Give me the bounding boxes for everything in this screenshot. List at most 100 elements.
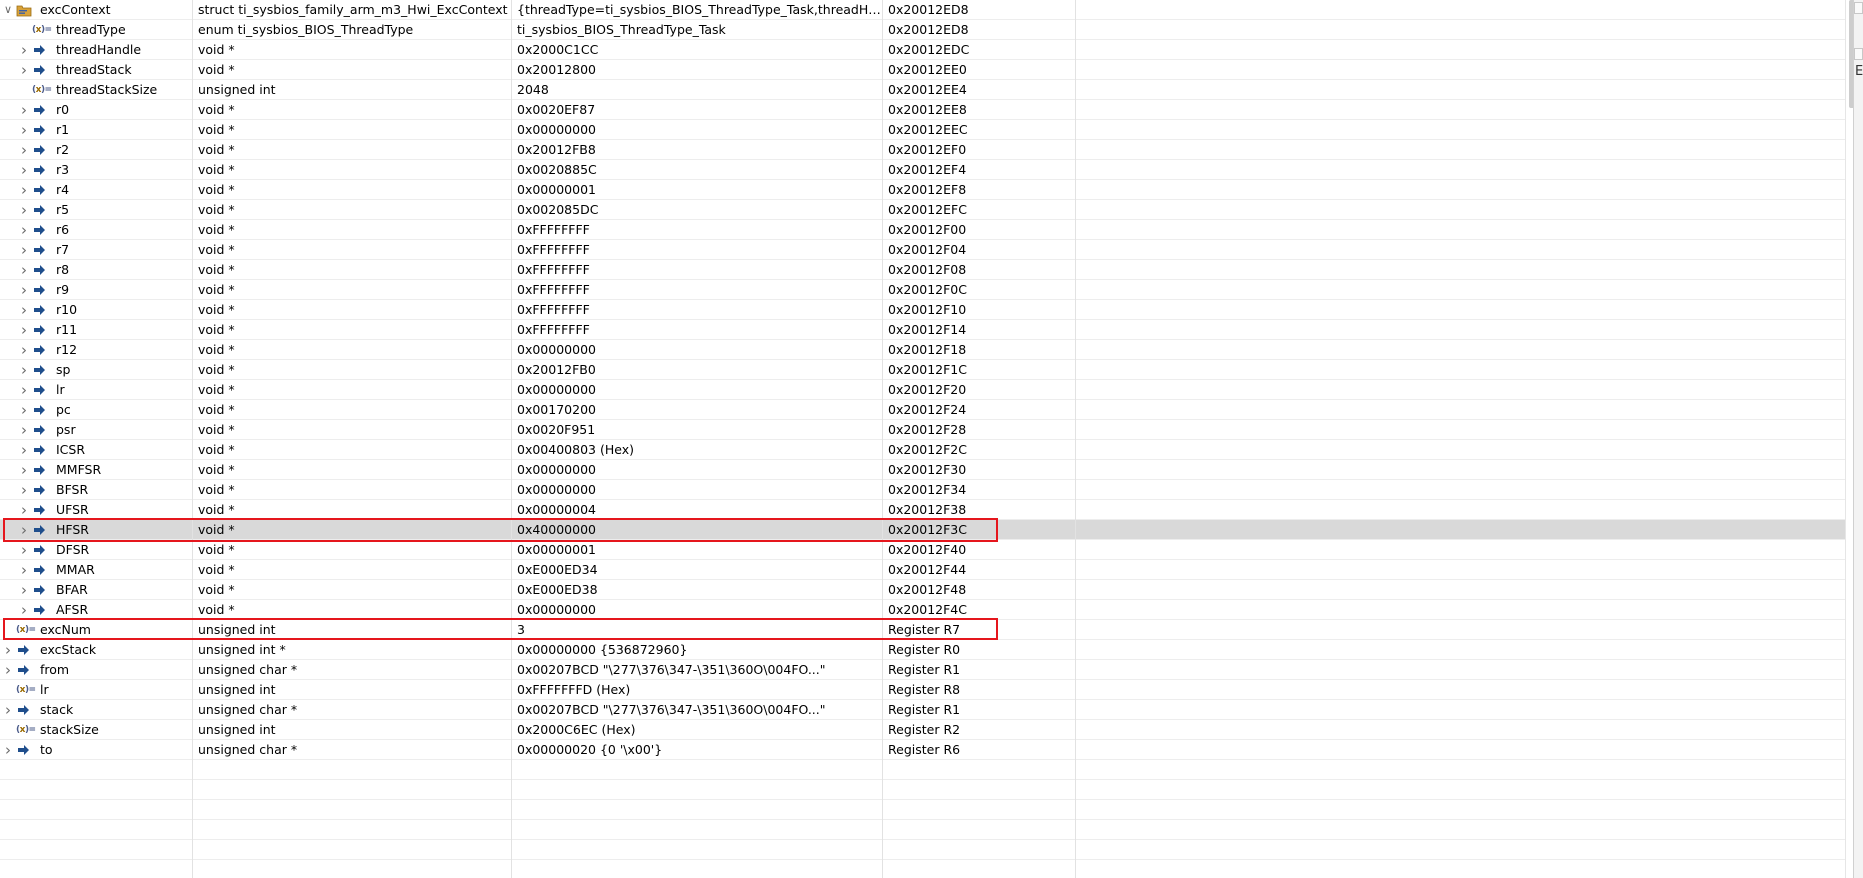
- variable-row[interactable]: › DFSR void * 0x00000001 0x20012F40: [0, 540, 1845, 560]
- value-cell[interactable]: 0x20012FB8: [512, 140, 883, 160]
- variable-row[interactable]: › pc void * 0x00170200 0x20012F24: [0, 400, 1845, 420]
- chevron-right-icon[interactable]: ›: [18, 500, 30, 520]
- chevron-right-icon[interactable]: ›: [2, 740, 14, 760]
- variable-row[interactable]: › r1 void * 0x00000000 0x20012EEC: [0, 120, 1845, 140]
- chevron-right-icon[interactable]: ›: [18, 320, 30, 340]
- value-cell[interactable]: 0x2000C6EC (Hex): [512, 720, 883, 740]
- variable-row[interactable]: › ICSR void * 0x00400803 (Hex) 0x20012F2C: [0, 440, 1845, 460]
- variable-row[interactable]: › r7 void * 0xFFFFFFFF 0x20012F04: [0, 240, 1845, 260]
- chevron-right-icon[interactable]: ›: [18, 100, 30, 120]
- value-cell[interactable]: 0x40000000: [512, 520, 883, 540]
- value-cell[interactable]: 0x002085DC: [512, 200, 883, 220]
- value-cell[interactable]: 0x00170200: [512, 400, 883, 420]
- value-cell[interactable]: ti_sysbios_BIOS_ThreadType_Task: [512, 20, 883, 40]
- value-cell[interactable]: 0x00000000 {536872960}: [512, 640, 883, 660]
- value-cell[interactable]: 0x00000000: [512, 480, 883, 500]
- value-cell[interactable]: 0x20012FB0: [512, 360, 883, 380]
- variable-row[interactable]: › threadStack void * 0x20012800 0x20012EE0: [0, 60, 1845, 80]
- chevron-right-icon[interactable]: ›: [18, 520, 30, 540]
- value-cell[interactable]: 0xFFFFFFFD (Hex): [512, 680, 883, 700]
- variable-row[interactable]: › lr void * 0x00000000 0x20012F20: [0, 380, 1845, 400]
- chevron-right-icon[interactable]: ›: [18, 120, 30, 140]
- value-cell[interactable]: 0x00000000: [512, 600, 883, 620]
- variable-row[interactable]: › r9 void * 0xFFFFFFFF 0x20012F0C: [0, 280, 1845, 300]
- chevron-right-icon[interactable]: ›: [18, 480, 30, 500]
- value-cell[interactable]: 0x0020F951: [512, 420, 883, 440]
- chevron-right-icon[interactable]: ›: [18, 200, 30, 220]
- variable-row[interactable]: › threadHandle void * 0x2000C1CC 0x20012EDC: [0, 40, 1845, 60]
- value-cell[interactable]: 3: [512, 620, 883, 640]
- variable-row[interactable]: › r10 void * 0xFFFFFFFF 0x20012F10: [0, 300, 1845, 320]
- variable-row[interactable]: › from unsigned char * 0x00207BCD "\277\376…: [0, 660, 1845, 680]
- value-cell[interactable]: 0xE000ED38: [512, 580, 883, 600]
- variable-row[interactable]: › MMAR void * 0xE000ED34 0x20012F44: [0, 560, 1845, 580]
- value-cell[interactable]: 0x00000000: [512, 340, 883, 360]
- variable-row[interactable]: › excStack unsigned int * 0x00000000 {53687…: [0, 640, 1845, 660]
- value-cell[interactable]: 0x0020885C: [512, 160, 883, 180]
- value-cell[interactable]: 0x00000001: [512, 180, 883, 200]
- chevron-right-icon[interactable]: ›: [18, 440, 30, 460]
- column-divider-location[interactable]: [1075, 0, 1076, 878]
- chevron-right-icon[interactable]: ›: [18, 180, 30, 200]
- variable-row[interactable]: › to unsigned char * 0x00000020 {0 '\x00'} R…: [0, 740, 1845, 760]
- value-cell[interactable]: 0x00207BCD "\277\376\347-\351\360O\004FO…: [512, 660, 883, 680]
- variable-row[interactable]: › BFSR void * 0x00000000 0x20012F34: [0, 480, 1845, 500]
- value-cell[interactable]: 0xFFFFFFFF: [512, 320, 883, 340]
- chevron-right-icon[interactable]: ›: [2, 640, 14, 660]
- panel-edge-button[interactable]: [1854, 48, 1863, 60]
- chevron-right-icon[interactable]: ›: [18, 160, 30, 180]
- value-cell[interactable]: 0xFFFFFFFF: [512, 260, 883, 280]
- chevron-right-icon[interactable]: ›: [18, 540, 30, 560]
- chevron-right-icon[interactable]: ›: [18, 40, 30, 60]
- variable-row[interactable]: › r4 void * 0x00000001 0x20012EF8: [0, 180, 1845, 200]
- chevron-right-icon[interactable]: ›: [18, 240, 30, 260]
- column-divider-name[interactable]: [192, 0, 193, 878]
- chevron-right-icon[interactable]: ›: [18, 600, 30, 620]
- value-cell[interactable]: 0xFFFFFFFF: [512, 300, 883, 320]
- value-cell[interactable]: 0x20012800: [512, 60, 883, 80]
- variable-row[interactable]: › r3 void * 0x0020885C 0x20012EF4: [0, 160, 1845, 180]
- chevron-right-icon[interactable]: ›: [18, 140, 30, 160]
- variable-row[interactable]: › r11 void * 0xFFFFFFFF 0x20012F14: [0, 320, 1845, 340]
- chevron-right-icon[interactable]: ›: [18, 260, 30, 280]
- variable-row[interactable]: › HFSR void * 0x40000000 0x20012F3C: [0, 520, 1845, 540]
- chevron-right-icon[interactable]: ›: [18, 220, 30, 240]
- value-cell[interactable]: 0x0020EF87: [512, 100, 883, 120]
- chevron-right-icon[interactable]: ›: [18, 420, 30, 440]
- column-divider-value[interactable]: [882, 0, 883, 878]
- chevron-right-icon[interactable]: ›: [18, 400, 30, 420]
- variable-row[interactable]: (x)= excNum unsigned int 3 Register R7: [0, 620, 1845, 640]
- chevron-right-icon[interactable]: ›: [18, 580, 30, 600]
- chevron-right-icon[interactable]: ›: [18, 560, 30, 580]
- value-cell[interactable]: 0x00000000: [512, 380, 883, 400]
- chevron-right-icon[interactable]: ›: [18, 340, 30, 360]
- value-cell[interactable]: {threadType=ti_sysbios_BIOS_ThreadType_T…: [512, 0, 883, 20]
- value-cell[interactable]: 0x00400803 (Hex): [512, 440, 883, 460]
- variable-row[interactable]: (x)= threadType enum ti_sysbios_BIOS_Threa…: [0, 20, 1845, 40]
- variable-row[interactable]: › MMFSR void * 0x00000000 0x20012F30: [0, 460, 1845, 480]
- variable-row[interactable]: › AFSR void * 0x00000000 0x20012F4C: [0, 600, 1845, 620]
- variable-row[interactable]: (x)= lr unsigned int 0xFFFFFFFD (Hex) Regist…: [0, 680, 1845, 700]
- variable-row[interactable]: › psr void * 0x0020F951 0x20012F28: [0, 420, 1845, 440]
- chevron-down-icon[interactable]: ∨: [2, 0, 14, 20]
- value-cell[interactable]: 0x00000020 {0 '\x00'}: [512, 740, 883, 760]
- value-cell[interactable]: 0x00000004: [512, 500, 883, 520]
- variable-row[interactable]: › UFSR void * 0x00000004 0x20012F38: [0, 500, 1845, 520]
- variable-row[interactable]: › r5 void * 0x002085DC 0x20012EFC: [0, 200, 1845, 220]
- chevron-right-icon[interactable]: ›: [18, 300, 30, 320]
- chevron-right-icon[interactable]: ›: [18, 380, 30, 400]
- variable-row[interactable]: › r8 void * 0xFFFFFFFF 0x20012F08: [0, 260, 1845, 280]
- column-divider-type[interactable]: [511, 0, 512, 878]
- variable-row[interactable]: › r12 void * 0x00000000 0x20012F18: [0, 340, 1845, 360]
- value-cell[interactable]: 0x00207BCD "\277\376\347-\351\360O\004FO…: [512, 700, 883, 720]
- chevron-right-icon[interactable]: ›: [18, 60, 30, 80]
- chevron-right-icon[interactable]: ›: [18, 280, 30, 300]
- chevron-right-icon[interactable]: ›: [2, 660, 14, 680]
- variable-row[interactable]: (x)= stackSize unsigned int 0x2000C6EC (Hex…: [0, 720, 1845, 740]
- variable-row[interactable]: ∨ excContext struct ti_sysbios_family_arm_…: [0, 0, 1845, 20]
- variable-row[interactable]: › sp void * 0x20012FB0 0x20012F1C: [0, 360, 1845, 380]
- variable-row[interactable]: › r2 void * 0x20012FB8 0x20012EF0: [0, 140, 1845, 160]
- chevron-right-icon[interactable]: ›: [18, 360, 30, 380]
- value-cell[interactable]: 0x00000000: [512, 120, 883, 140]
- chevron-right-icon[interactable]: ›: [2, 700, 14, 720]
